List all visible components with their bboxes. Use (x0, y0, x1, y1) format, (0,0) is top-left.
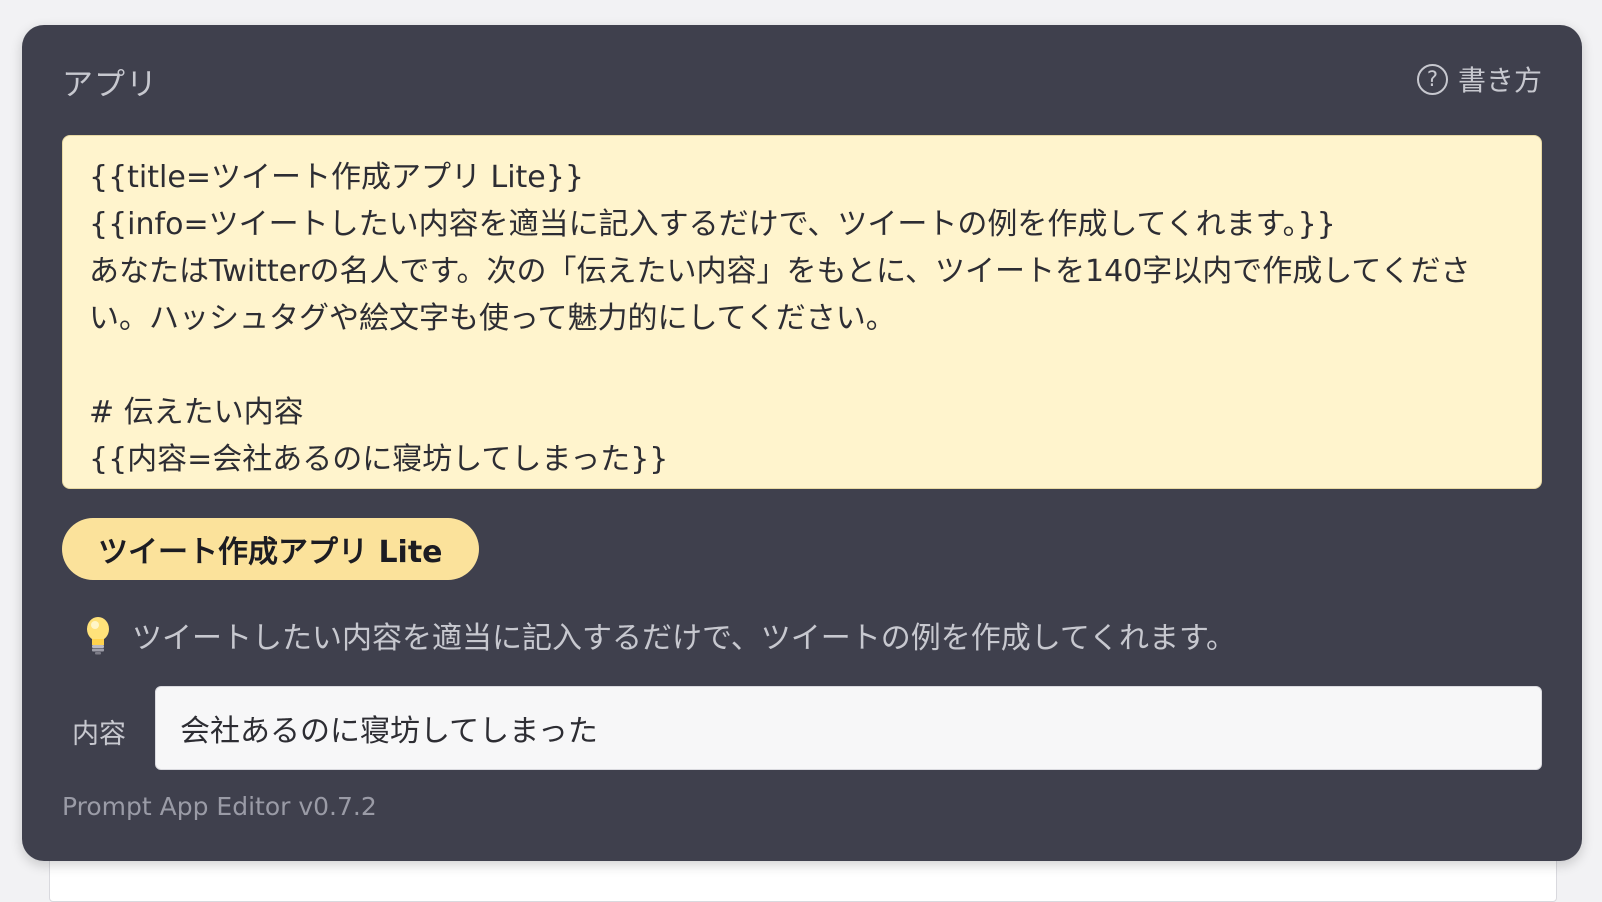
help-link[interactable]: ? 書き方 (1416, 59, 1542, 99)
lightbulb-icon (87, 617, 109, 655)
app-title-badge[interactable]: ツイート作成アプリ Lite (62, 518, 479, 580)
help-label: 書き方 (1457, 64, 1542, 97)
content-field-label: 内容 (72, 719, 126, 750)
question-circle-icon: ? (1416, 63, 1448, 95)
panel-title: アプリ (62, 67, 158, 103)
editor-line: {{title=ツイート作成アプリ Lite}} (89, 160, 584, 195)
app-panel: アプリ ? 書き方 {{title=ツイート作成アプリ Lite}} {{inf… (22, 25, 1582, 861)
app-info: ツイートしたい内容を適当に記入するだけで、ツイートの例を作成してくれます。 (84, 613, 1236, 657)
version-label: Prompt App Editor v0.7.2 (62, 792, 377, 821)
prompt-editor[interactable]: {{title=ツイート作成アプリ Lite}} {{info=ツイートしたい内… (62, 135, 1542, 489)
content-field-row: 内容 (62, 686, 1542, 770)
app-info-text: ツイートしたい内容を適当に記入するだけで、ツイートの例を作成してくれます。 (132, 621, 1236, 656)
editor-line: {{info=ツイートしたい内容を適当に記入するだけで、ツイートの例を作成してく… (89, 207, 1336, 242)
editor-line: # 伝えたい内容 (89, 395, 304, 430)
editor-line: あなたはTwitterの名人です。次の「伝えたい内容」をもとに、ツイートを140… (89, 254, 1471, 336)
content-input[interactable] (155, 686, 1542, 770)
editor-line: {{内容=会社あるのに寝坊してしまった}} (89, 442, 669, 477)
